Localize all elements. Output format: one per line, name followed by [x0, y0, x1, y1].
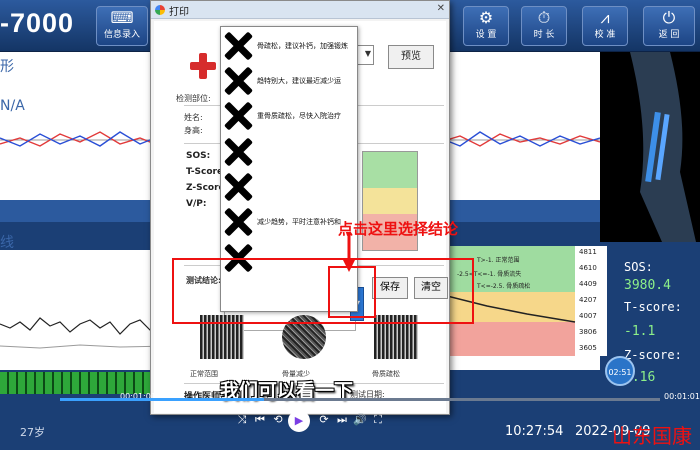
- name-label: 姓名:: [184, 113, 203, 122]
- patient-age: 27岁: [20, 426, 45, 439]
- signal-bar: [0, 372, 160, 394]
- broken-image-x-icon: [223, 137, 253, 167]
- watermark: 山东国康: [612, 424, 692, 448]
- chart-tick: 4007: [579, 312, 597, 320]
- timer-badge[interactable]: 02:51: [605, 356, 635, 386]
- dropdown-option[interactable]: [221, 170, 357, 204]
- annotation-text: 点击这里选择结论: [338, 220, 459, 238]
- broken-image-x-icon: [223, 101, 253, 131]
- chart-tick: 4610: [579, 264, 597, 272]
- broken-image-x-icon: [223, 172, 253, 202]
- dropdown-option[interactable]: 减少趋势，平时注意补钙和: [221, 205, 357, 239]
- power-icon: ⏻: [662, 8, 676, 27]
- chart-legend: T>-1. 正常范围: [476, 256, 520, 264]
- highlight-box-conclusion-area: [172, 258, 474, 324]
- calibrate-button[interactable]: ⩘ 校 准: [582, 6, 628, 46]
- video-progress-fill: [60, 398, 264, 401]
- zscore-label: Z-score:: [624, 348, 682, 362]
- zone-normal: [363, 152, 417, 188]
- broken-image-x-icon: [223, 66, 253, 96]
- trend-title: 线: [0, 235, 14, 251]
- vp-label: V/P:: [186, 199, 207, 209]
- waveform-value-label: N/A: [0, 98, 25, 114]
- browser-icon: [155, 5, 165, 15]
- chart-legend: T<=-2.5. 骨质疏松: [476, 282, 530, 290]
- forward-icon[interactable]: ⟳: [316, 412, 332, 428]
- settings-button[interactable]: ⚙ 设 置: [463, 6, 509, 46]
- dropdown-option-text: 趋特别大，建议最近减少运: [257, 77, 341, 85]
- return-label: 返 回: [658, 30, 680, 40]
- dialog-title: 打印: [169, 7, 189, 18]
- video-total-time: 00:01:01: [664, 392, 700, 401]
- chart-tick: 3806: [579, 328, 597, 336]
- zone-loss: [363, 188, 417, 214]
- dropdown-option[interactable]: 骨疏松，建议补钙，加强锻炼: [221, 29, 357, 63]
- dropdown-option[interactable]: 趋特别大，建议最近减少运: [221, 64, 357, 98]
- tscore-label: T-score:: [624, 300, 682, 314]
- trend-panel-left: [0, 250, 171, 370]
- trend-line-left-gray: [0, 344, 171, 349]
- sos-label: SOS:: [624, 260, 653, 274]
- red-cross-icon: [190, 53, 216, 79]
- dropdown-option[interactable]: [221, 135, 357, 169]
- thumb-label-normal: 正常范围: [190, 370, 218, 378]
- video-controls: ⤨ ⏮ ⟲ ▶ ⟳ ⏭ 🔊 ⛶: [230, 410, 520, 432]
- waveform-title: 形: [0, 59, 14, 75]
- broken-image-x-icon: [223, 207, 253, 237]
- xray-image-panel: [600, 52, 700, 242]
- tscore-value: -1.1: [624, 324, 656, 339]
- shuffle-icon[interactable]: ⤨: [234, 412, 250, 428]
- chart-tick: 4811: [579, 248, 597, 256]
- sos-field-label: SOS:: [186, 151, 211, 161]
- duration-label: 时 长: [533, 30, 555, 40]
- device-model-title: -7000: [0, 8, 75, 38]
- duration-button[interactable]: ⏱ 时 长: [521, 6, 567, 46]
- height-label: 身高:: [184, 126, 203, 135]
- xray-arm-illustration: [630, 52, 696, 242]
- keyboard-icon: ⌨: [110, 8, 134, 27]
- chart-tick: 3605: [579, 344, 597, 352]
- chart-tick: 4409: [579, 280, 597, 288]
- rewind-icon[interactable]: ⟲: [270, 412, 286, 428]
- chart-tick: 4207: [579, 296, 597, 304]
- info-entry-button[interactable]: ⌨ 信息录入: [96, 6, 148, 46]
- gear-icon: ⚙: [478, 8, 494, 27]
- dropdown-option-text: 重骨质疏松，尽快入院治疗: [257, 112, 341, 120]
- compass-icon: ⩘: [600, 8, 610, 27]
- dropdown-option-text: 减少趋势，平时注意补钙和: [257, 218, 341, 226]
- settings-label: 设 置: [475, 30, 497, 40]
- sos-value: 3980.4: [624, 278, 671, 293]
- calibrate-label: 校 准: [594, 30, 616, 40]
- highlight-box-dropdown-button: [328, 266, 376, 318]
- video-progress-bar[interactable]: [60, 398, 660, 401]
- thumb-label-osteoporosis: 骨质疏松: [372, 370, 400, 378]
- next-icon[interactable]: ⏭: [334, 412, 350, 428]
- dropdown-option-text: 骨疏松，建议补钙，加强锻炼: [257, 42, 348, 50]
- close-icon[interactable]: ✕: [437, 3, 445, 14]
- play-button[interactable]: ▶: [288, 410, 310, 432]
- broken-image-x-icon: [223, 31, 253, 61]
- fullscreen-icon[interactable]: ⛶: [370, 412, 386, 428]
- volume-icon[interactable]: 🔊: [352, 412, 368, 428]
- dropdown-option[interactable]: 重骨质疏松，尽快入院治疗: [221, 99, 357, 133]
- red-arrow-head: [343, 260, 355, 272]
- return-button[interactable]: ⏻ 返 回: [643, 6, 695, 46]
- zone-osteoporosis: [447, 322, 575, 356]
- stopwatch-icon: ⏱: [537, 8, 551, 27]
- dialog-titlebar[interactable]: 打印 ✕: [151, 1, 449, 19]
- preview-button[interactable]: 预览: [388, 45, 434, 69]
- prev-icon[interactable]: ⏮: [252, 412, 268, 428]
- exam-site-label: 检测部位:: [176, 94, 211, 103]
- trend-line-left: [0, 317, 171, 335]
- trend-plot-left: [0, 317, 171, 349]
- info-entry-label: 信息录入: [103, 30, 140, 40]
